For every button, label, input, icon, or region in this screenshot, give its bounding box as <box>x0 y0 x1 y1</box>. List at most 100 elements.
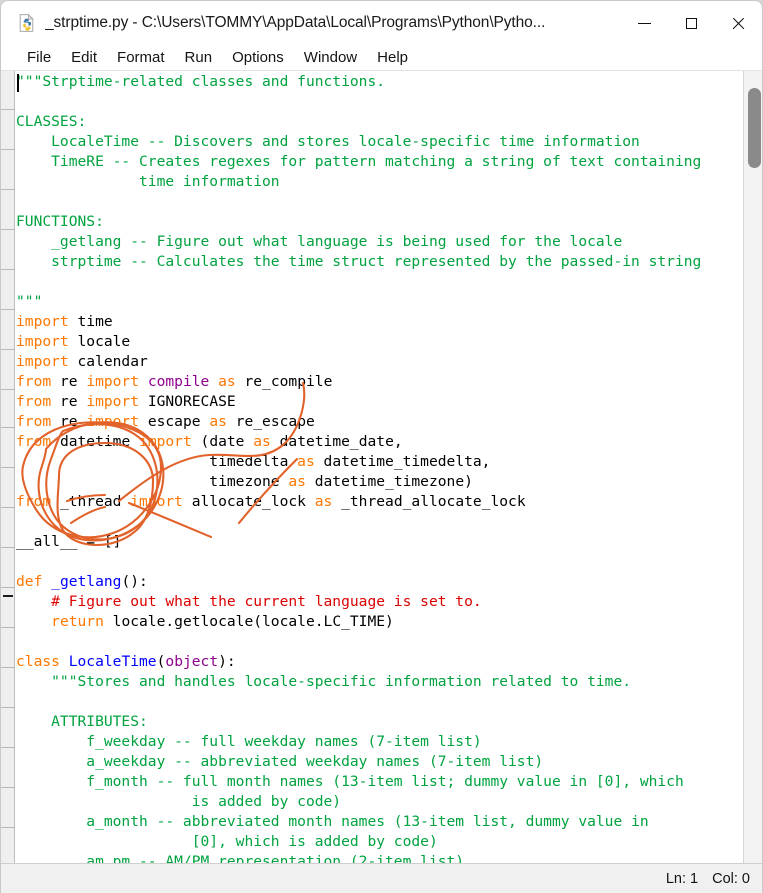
menu-item-window[interactable]: Window <box>294 47 367 68</box>
code-token: import <box>16 353 69 370</box>
python-file-icon <box>17 13 37 33</box>
menu-bar: File Edit Format Run Options Window Help <box>1 45 762 71</box>
code-line: [0], which is added by code) <box>16 832 743 852</box>
code-token: re <box>51 373 87 390</box>
code-token: from <box>16 493 52 510</box>
text-caret <box>17 74 19 92</box>
code-token: _getlang <box>51 573 122 590</box>
code-token: locale <box>68 333 131 350</box>
code-token: datetime_timedelta, <box>314 453 491 470</box>
code-token: ATTRIBUTES: <box>16 713 148 730</box>
code-token: as <box>209 413 227 430</box>
status-bar: Ln: 1 Col: 0 <box>1 863 762 893</box>
code-token: locale.getlocale(locale.LC_TIME) <box>103 613 394 630</box>
code-token: time information <box>16 173 280 190</box>
code-token: timezone <box>16 473 289 490</box>
code-line: a_month -- abbreviated month names (13-i… <box>16 812 743 832</box>
code-line: LocaleTime -- Discovers and stores local… <box>16 132 743 152</box>
close-button[interactable] <box>715 1 762 45</box>
code-line: from datetime import (date as datetime_d… <box>16 432 743 452</box>
menu-item-edit[interactable]: Edit <box>61 47 107 68</box>
code-token: ): <box>218 653 236 670</box>
code-token: # Figure out what the current language i… <box>16 593 482 610</box>
code-token: def <box>16 573 43 590</box>
code-token: import <box>86 393 140 410</box>
code-token: strptime -- Calculates the time struct r… <box>16 253 702 270</box>
code-token: f_month -- full month names (13-item lis… <box>16 773 684 790</box>
minimize-icon <box>638 22 651 24</box>
code-line: from _thread import allocate_lock as _th… <box>16 492 743 512</box>
code-line: import calendar <box>16 352 743 372</box>
code-token: import <box>86 373 140 390</box>
code-line: import locale <box>16 332 743 352</box>
code-line: def _getlang(): <box>16 572 743 592</box>
gutter-marker <box>3 595 13 597</box>
menu-item-format[interactable]: Format <box>107 47 175 68</box>
code-token: import <box>16 333 69 350</box>
code-token: _thread_allocate_lock <box>332 493 526 510</box>
code-token: (): <box>121 573 148 590</box>
menu-item-help[interactable]: Help <box>367 47 418 68</box>
code-token: from <box>16 393 52 410</box>
code-line: from re import compile as re_compile <box>16 372 743 392</box>
code-token: CLASSES: <box>16 113 87 130</box>
editor-gutter[interactable] <box>1 71 15 864</box>
menu-item-options[interactable]: Options <box>222 47 294 68</box>
window-title: _strptime.py - C:\Users\TOMMY\AppData\Lo… <box>45 14 546 31</box>
code-line: return locale.getlocale(locale.LC_TIME) <box>16 612 743 632</box>
code-line: import time <box>16 312 743 332</box>
code-token: re <box>51 393 87 410</box>
code-token: datetime_date, <box>270 433 403 450</box>
code-line: ATTRIBUTES: <box>16 712 743 732</box>
code-line: FUNCTIONS: <box>16 212 743 232</box>
code-line: # Figure out what the current language i… <box>16 592 743 612</box>
code-token: compile <box>147 373 210 390</box>
code-token: TimeRE -- Creates regexes for pattern ma… <box>16 153 702 170</box>
code-token: as <box>314 493 333 510</box>
vertical-scrollbar[interactable] <box>743 71 762 864</box>
code-token: _thread <box>51 493 131 510</box>
editor-area: """Strptime-related classes and function… <box>1 71 762 864</box>
minimize-button[interactable] <box>621 1 668 45</box>
code-token: __all__ = [] <box>16 533 122 550</box>
code-token: LocaleTime <box>68 653 157 670</box>
menu-item-file[interactable]: File <box>17 47 61 68</box>
status-line-indicator: Ln: 1 <box>665 870 699 887</box>
code-token: import <box>130 493 183 510</box>
code-token: class <box>16 653 60 670</box>
menu-item-run[interactable]: Run <box>175 47 223 68</box>
code-token: calendar <box>68 353 148 370</box>
code-token: IGNORECASE <box>139 393 236 410</box>
close-icon <box>731 16 746 31</box>
title-bar-left: _strptime.py - C:\Users\TOMMY\AppData\Lo… <box>1 13 621 33</box>
code-text-area[interactable]: """Strptime-related classes and function… <box>16 71 743 864</box>
code-token: import <box>139 433 192 450</box>
code-line: class LocaleTime(object): <box>16 652 743 672</box>
code-line: a_weekday -- abbreviated weekday names (… <box>16 752 743 772</box>
idle-editor-window: _strptime.py - C:\Users\TOMMY\AppData\Lo… <box>0 0 763 893</box>
code-token: timedelta <box>16 453 298 470</box>
code-token: """Stores and handles locale-specific in… <box>16 673 632 690</box>
code-token: FUNCTIONS: <box>16 213 104 230</box>
code-token: a_weekday -- abbreviated weekday names (… <box>16 753 544 770</box>
code-token: datetime_timezone) <box>305 473 473 490</box>
code-token: datetime <box>51 433 140 450</box>
code-line: is added by code) <box>16 792 743 812</box>
window-controls <box>621 1 762 45</box>
code-token: as <box>218 373 236 390</box>
vertical-scrollbar-thumb[interactable] <box>748 88 761 168</box>
title-bar: _strptime.py - C:\Users\TOMMY\AppData\Lo… <box>1 1 762 45</box>
code-token: is added by code) <box>16 793 342 810</box>
maximize-button[interactable] <box>668 1 715 45</box>
code-token: object <box>165 653 219 670</box>
code-line: f_weekday -- full weekday names (7-item … <box>16 732 743 752</box>
code-line: strptime -- Calculates the time struct r… <box>16 252 743 272</box>
